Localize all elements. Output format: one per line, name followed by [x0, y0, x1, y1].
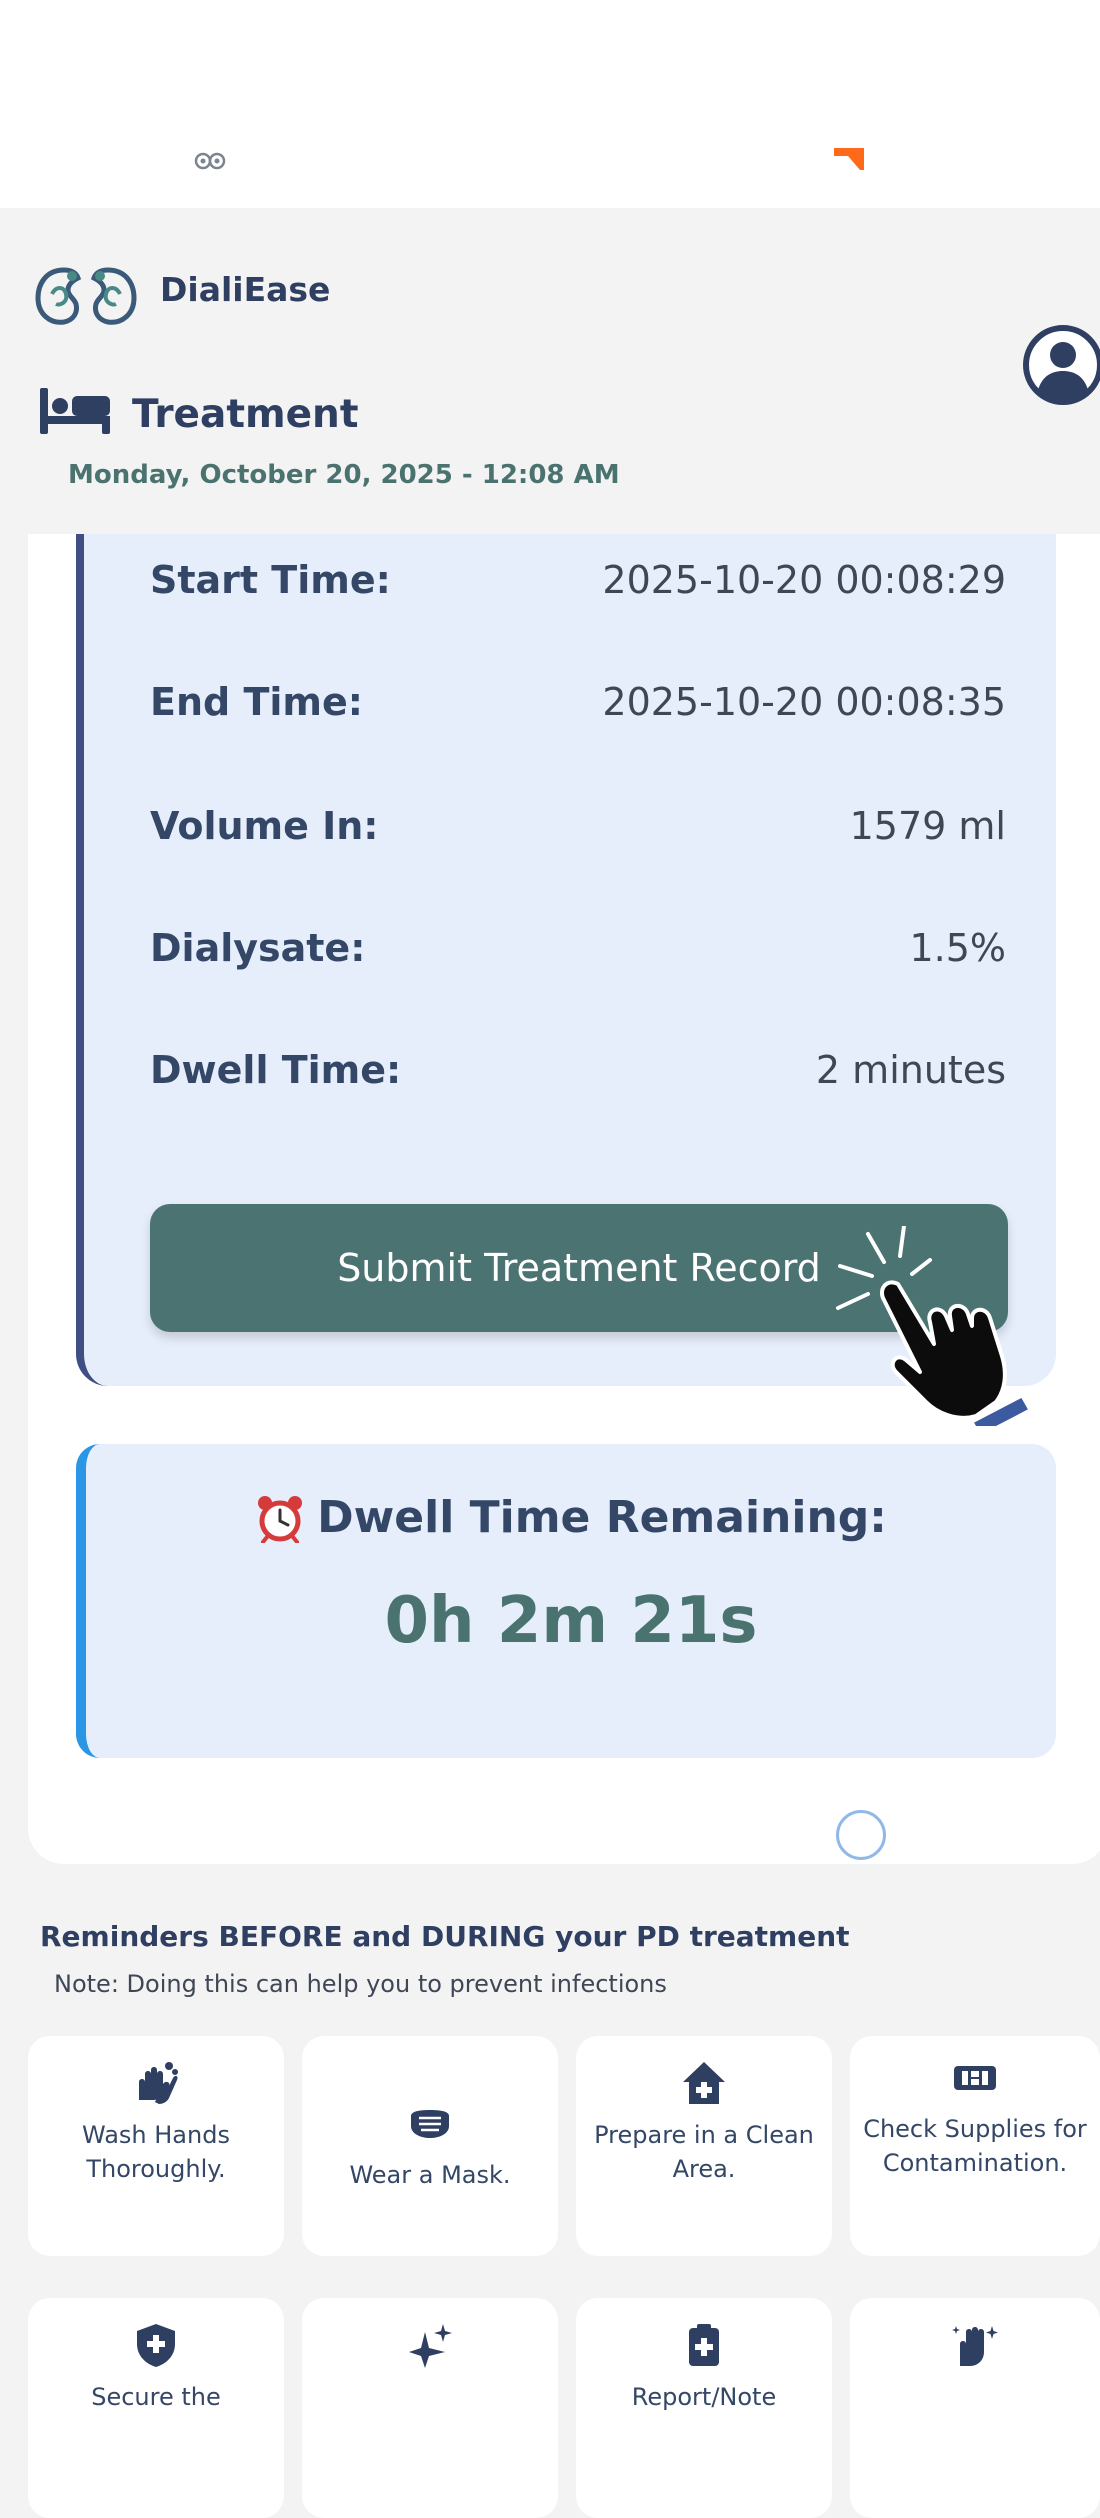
tile-label: Report/Note: [631, 2383, 777, 2411]
kidney-logo-icon: [35, 267, 137, 325]
tile-label: Check Supplies for Contamination.: [863, 2115, 1087, 2177]
status-bar: [0, 0, 1100, 208]
dwell-time-card: Dwell Time Remaining: 0h 2m 21s: [76, 1444, 1056, 1758]
detail-label: Dialysate:: [150, 926, 366, 970]
reminder-tile-sparkle[interactable]: [302, 2298, 558, 2518]
detail-value: 2025-10-20 00:08:35: [602, 680, 1006, 724]
dwell-title-text: Dwell Time Remaining:: [317, 1492, 887, 1543]
reminder-tile-hand-sparkle[interactable]: [850, 2298, 1100, 2518]
clipboard-medical-icon: [689, 2324, 719, 2366]
reminder-tile-wear-mask[interactable]: Wear a Mask.: [302, 2036, 558, 2256]
loading-spinner: [836, 1810, 886, 1860]
tile-label: Secure the: [91, 2383, 221, 2411]
status-app-icon: [194, 152, 226, 170]
detail-row-dwell-time: Dwell Time: 2 minutes: [150, 1040, 1006, 1100]
reminder-tile-secure[interactable]: Secure the: [28, 2298, 284, 2518]
reminder-tile-report-note[interactable]: Report/Note: [576, 2298, 832, 2518]
detail-row-dialysate: Dialysate: 1.5%: [150, 918, 1006, 978]
reminder-tile-check-supplies[interactable]: Check Supplies for Contamination.: [850, 2036, 1100, 2256]
user-avatar-icon[interactable]: [1022, 324, 1100, 406]
detail-value: 1.5%: [909, 926, 1006, 970]
hand-washing-icon: [139, 2062, 178, 2104]
status-indicator-icon: [834, 148, 864, 170]
tap-hand-icon: [836, 1226, 1033, 1426]
reminders-title: Reminders BEFORE and DURING your PD trea…: [40, 1920, 850, 1953]
detail-row-start-time: Start Time: 2025-10-20 00:08:29: [150, 550, 1006, 610]
home-medical-icon: [683, 2062, 725, 2104]
detail-value: 2025-10-20 00:08:29: [602, 558, 1006, 602]
detail-label: Volume In:: [150, 804, 379, 848]
tile-label: Wear a Mask.: [349, 2161, 511, 2189]
reminder-tile-wash-hands[interactable]: Wash Hands Thoroughly.: [28, 2036, 284, 2256]
tile-label: Prepare in a Clean Area.: [594, 2121, 814, 2183]
shield-icon: [137, 2324, 175, 2367]
hand-sparkle-icon: [952, 2326, 998, 2366]
bed-icon: [40, 388, 110, 434]
app-name: DialiEase: [160, 270, 331, 309]
page-date: Monday, October 20, 2025 - 12:08 AM: [68, 460, 620, 490]
detail-value: 2 minutes: [815, 1048, 1006, 1092]
reminder-tile-prepare-clean-area[interactable]: Prepare in a Clean Area.: [576, 2036, 832, 2256]
dwell-countdown: 0h 2m 21s: [384, 1584, 758, 1658]
detail-row-end-time: End Time: 2025-10-20 00:08:35: [150, 672, 1006, 732]
page-title: Treatment: [132, 392, 359, 437]
dwell-title: Dwell Time Remaining:: [86, 1492, 1056, 1543]
alarm-clock-icon: [258, 1495, 303, 1543]
sparkle-icon: [409, 2324, 452, 2368]
app-header: DialiEase Treatment Monday, October 20, …: [0, 208, 1100, 534]
submit-button-label: Submit Treatment Record: [337, 1246, 821, 1290]
supplies-icon: [954, 2066, 996, 2090]
detail-value: 1579 ml: [849, 804, 1006, 848]
detail-row-volume-in: Volume In: 1579 ml: [150, 796, 1006, 856]
mask-icon: [411, 2110, 449, 2138]
tile-label: Wash Hands Thoroughly.: [82, 2121, 230, 2183]
detail-label: End Time:: [150, 680, 363, 724]
reminders-note: Note: Doing this can help you to prevent…: [54, 1970, 667, 1998]
detail-label: Dwell Time:: [150, 1048, 402, 1092]
detail-label: Start Time:: [150, 558, 391, 602]
